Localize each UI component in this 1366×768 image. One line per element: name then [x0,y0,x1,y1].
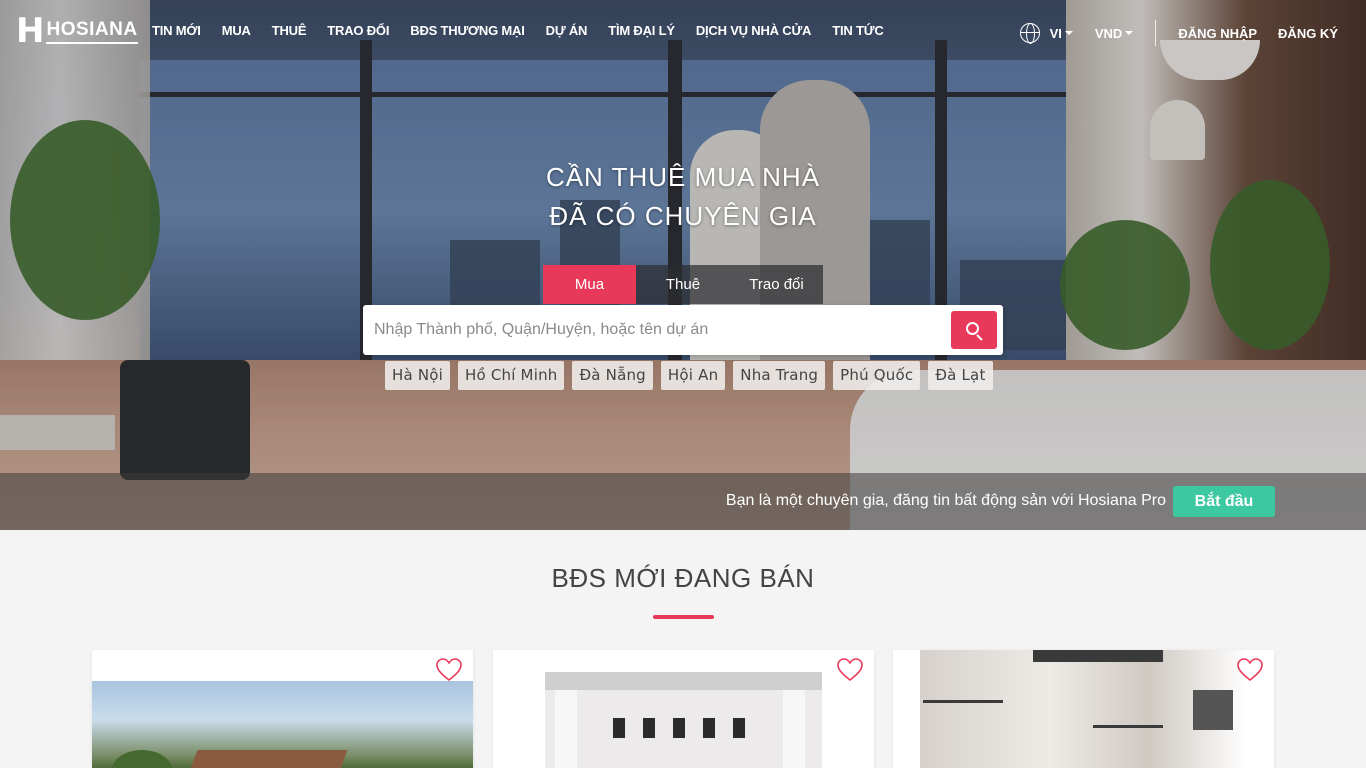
city-chip-hoi-an[interactable]: Hội An [660,361,726,390]
listing-image-roof [1193,690,1233,730]
listing-card[interactable] [893,650,1274,768]
listing-image-window [613,718,625,738]
menu-item-mua[interactable]: MUA [222,23,251,38]
language-label: VI [1049,25,1062,41]
menu-item-du-an[interactable]: DỰ ÁN [546,23,588,38]
section-underline [653,615,714,619]
hero-title: CẦN THUÊ MUA NHÀ ĐÃ CÓ CHUYÊN GIA [0,158,1366,236]
city-chip-da-nang[interactable]: Đà Nẵng [572,361,653,390]
main-menu: TIN MỚI MUA THUÊ TRAO ĐỔI BĐS THƯƠNG MẠI… [152,23,905,38]
listing-card[interactable] [92,650,473,768]
listing-image-pillar [555,690,577,768]
heart-icon[interactable] [436,658,462,682]
listing-image-railing [1033,650,1163,662]
city-chip-da-lat[interactable]: Đà Lạt [928,361,993,390]
search-icon-handle [976,334,983,341]
logo-text: HOSIANA [46,19,138,44]
listing-image-window [703,718,715,738]
heart-icon[interactable] [837,658,863,682]
nav-divider [1155,20,1157,46]
listing-image-railing [923,700,1003,703]
city-shortcuts: Hà Nội Hồ Chí Minh Đà Nẵng Hội An Nha Tr… [385,361,1001,390]
right-nav: VI VND ĐĂNG NHẬP ĐĂNG KÝ [1019,20,1338,46]
city-chip-ho-chi-minh[interactable]: Hồ Chí Minh [458,361,565,390]
menu-item-trao-doi[interactable]: TRAO ĐỔI [327,23,389,38]
city-chip-phu-quoc[interactable]: Phú Quốc [833,361,921,390]
listing-image-window [643,718,655,738]
hero-title-line-2: ĐÃ CÓ CHUYÊN GIA [549,201,817,231]
currency-dropdown[interactable]: VND [1094,25,1134,41]
listing-image-railing [1093,725,1163,728]
tab-trao-doi[interactable]: Trao đổi [730,265,823,304]
listing-card[interactable] [493,650,874,768]
menu-item-thue[interactable]: THUÊ [272,23,307,38]
city-chip-nha-trang[interactable]: Nha Trang [733,361,826,390]
logo-mark: H [16,11,45,51]
currency-label: VND [1094,25,1123,41]
pro-banner-text: Bạn là một chuyên gia, đăng tin bất động… [725,492,1166,509]
brand-logo[interactable]: H HOSIANA [16,14,138,48]
tab-mua[interactable]: Mua [543,265,636,304]
chevron-down-icon [1064,31,1073,35]
menu-item-tim-dai-ly[interactable]: TÌM ĐẠI LÝ [608,23,675,38]
globe-icon[interactable] [1019,23,1040,44]
heart-icon[interactable] [1237,658,1263,682]
menu-item-dich-vu-nha-cua[interactable]: DỊCH VỤ NHÀ CỬA [696,23,812,38]
search-tabs: Mua Thuê Trao đổi [543,265,823,304]
search-input[interactable] [363,305,943,355]
search-box [363,305,1003,355]
menu-item-tin-tuc[interactable]: TIN TỨC [832,23,883,38]
start-button[interactable]: Bắt đầu [1173,486,1275,517]
hero-title-line-1: CẦN THUÊ MUA NHÀ [545,162,821,192]
listing-image-pillar [783,690,805,768]
pro-banner: Bạn là một chuyên gia, đăng tin bất động… [0,473,1366,530]
menu-item-tin-moi[interactable]: TIN MỚI [152,23,201,38]
language-dropdown[interactable]: VI [1050,26,1073,41]
chevron-down-icon [1125,31,1134,35]
section-title: BĐS MỚI ĐANG BÁN [551,563,815,593]
search-button[interactable] [951,311,997,349]
listing-image-balcony [545,672,822,690]
top-navbar: H HOSIANA TIN MỚI MUA THUÊ TRAO ĐỔI BĐS … [0,0,1366,62]
listing-image-roof [186,750,348,768]
menu-item-bds-thuong-mai[interactable]: BĐS THƯƠNG MẠI [410,23,525,38]
login-link[interactable]: ĐĂNG NHẬP [1178,26,1257,41]
tab-thue[interactable]: Thuê [636,265,730,304]
city-chip-ha-noi[interactable]: Hà Nội [385,361,451,390]
register-link[interactable]: ĐĂNG KÝ [1278,26,1338,41]
listing-image-window [733,718,745,738]
listing-image-window [673,718,685,738]
